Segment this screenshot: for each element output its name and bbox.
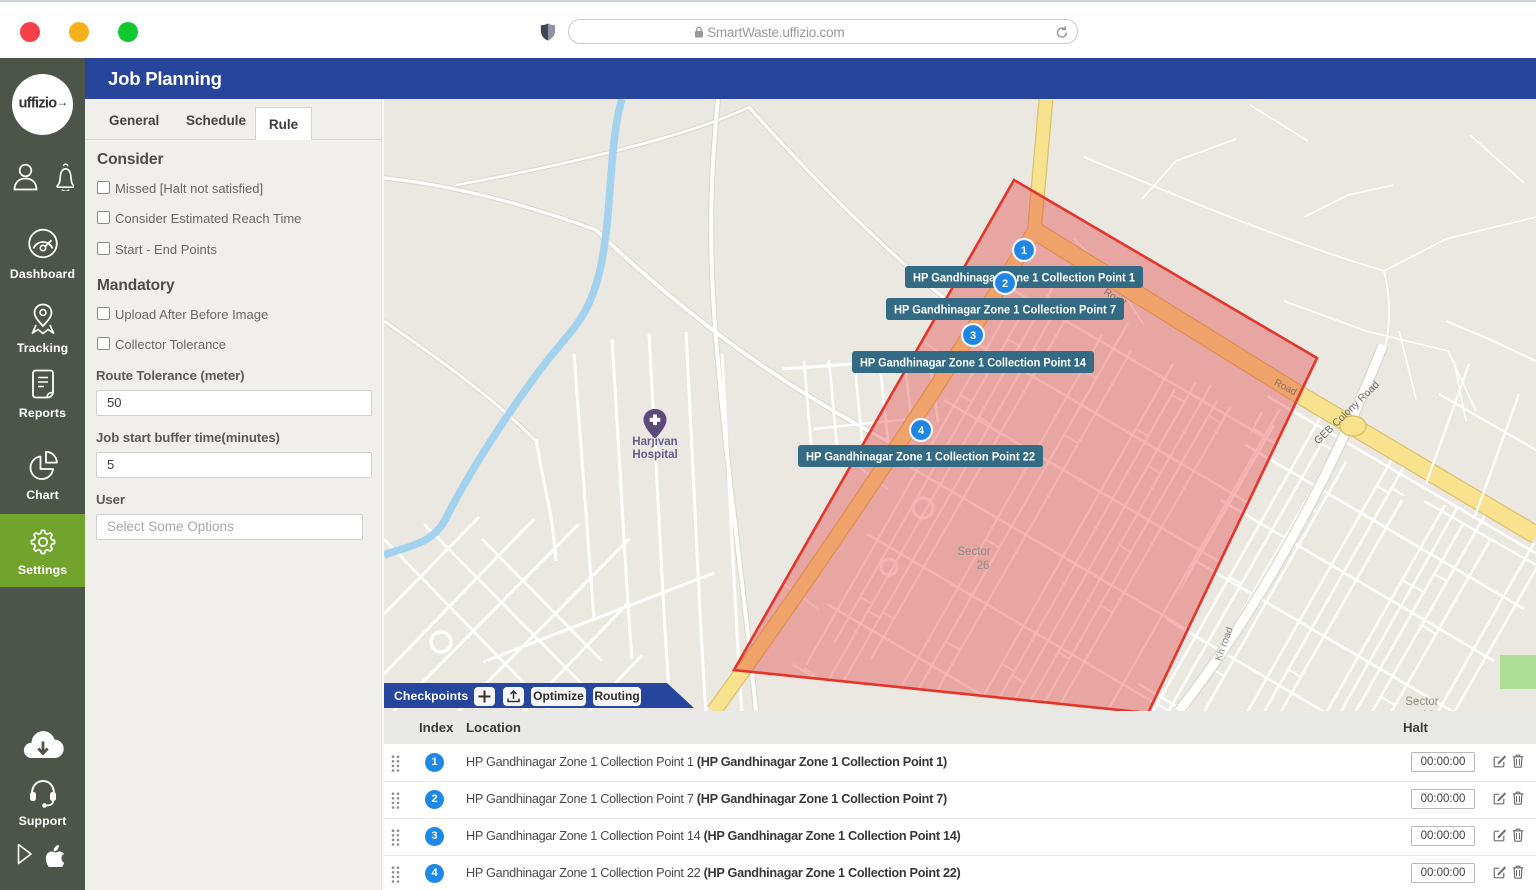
svg-text:1: 1: [1021, 245, 1027, 257]
svg-text:HP Gandhinagar Zone 1 Collecti: HP Gandhinagar Zone 1 Collection Point 1: [913, 271, 1135, 285]
svg-text:HP Gandhinagar Zone 1 Collecti: HP Gandhinagar Zone 1 Collection Point 7: [894, 303, 1116, 317]
svg-text:Sector: Sector: [1405, 696, 1438, 708]
svg-text:Harjivan: Harjivan: [632, 436, 677, 448]
svg-text:26: 26: [977, 560, 990, 572]
svg-text:Hospital: Hospital: [632, 449, 677, 461]
svg-text:Sector: Sector: [957, 546, 990, 558]
svg-text:2: 2: [1002, 278, 1008, 290]
svg-text:HP Gandhinagar Zone 1 Collecti: HP Gandhinagar Zone 1 Collection Point 2…: [806, 450, 1035, 464]
svg-text:4: 4: [918, 425, 925, 437]
svg-text:HP Gandhinagar Zone 1 Collecti: HP Gandhinagar Zone 1 Collection Point 1…: [860, 356, 1086, 370]
svg-text:3: 3: [970, 330, 976, 342]
